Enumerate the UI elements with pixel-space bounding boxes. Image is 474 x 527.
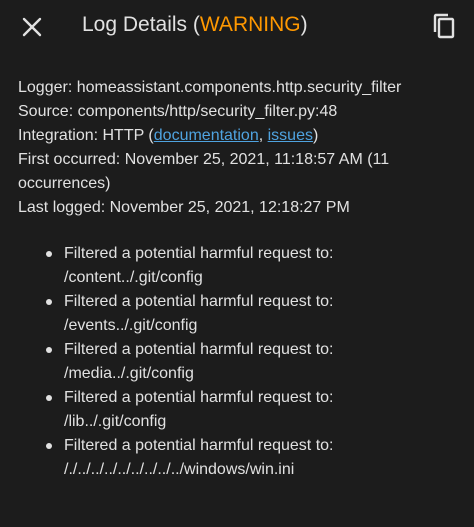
integration-label: Integration: [18, 127, 103, 144]
log-details-dialog: Log Details (WARNING) Logger: homeassist… [0, 0, 474, 527]
log-content: Logger: homeassistant.components.http.se… [18, 76, 458, 482]
message-path: /./../../../../../../../../windows/win.i… [64, 461, 295, 478]
message-text: Filtered a potential harmful request to: [64, 245, 334, 262]
log-message: Filtered a potential harmful request to:… [46, 386, 458, 434]
copy-button[interactable] [426, 8, 462, 44]
dialog-title: Log Details (WARNING) [82, 11, 308, 39]
first-occurred-label: First occurred: [18, 151, 125, 168]
logger-value: homeassistant.components.http.security_f… [76, 79, 402, 96]
message-text: Filtered a potential harmful request to: [64, 341, 334, 358]
log-message: Filtered a potential harmful request to:… [46, 242, 458, 290]
log-message: Filtered a potential harmful request to:… [46, 434, 458, 482]
integration-value: HTTP [102, 127, 144, 144]
last-logged-label: Last logged: [18, 199, 110, 216]
link-separator: , [258, 127, 268, 144]
logger-label: Logger: [18, 79, 77, 96]
integration-close: ) [312, 127, 319, 144]
issues-link[interactable]: issues [268, 127, 313, 144]
copy-icon [433, 13, 455, 39]
log-messages-list: Filtered a potential harmful request to:… [18, 242, 458, 482]
close-button[interactable] [14, 9, 50, 45]
logger-row: Logger: homeassistant.components.http.se… [18, 76, 458, 100]
documentation-link[interactable]: documentation [154, 127, 259, 144]
close-icon [22, 17, 42, 37]
bullet-icon [46, 251, 52, 257]
message-path: /media../.git/config [64, 365, 194, 382]
message-path: /content../.git/config [64, 269, 203, 286]
integration-row: Integration: HTTP (documentation, issues… [18, 124, 458, 148]
source-value: components/http/security_filter.py:48 [77, 103, 338, 120]
log-message: Filtered a potential harmful request to:… [46, 290, 458, 338]
bullet-icon [46, 443, 52, 449]
last-logged-row: Last logged: November 25, 2021, 12:18:27… [18, 196, 458, 220]
title-suffix: ) [300, 13, 308, 36]
first-occurred-row: First occurred: November 25, 2021, 11:18… [18, 148, 458, 196]
message-text: Filtered a potential harmful request to: [64, 389, 334, 406]
message-path: /lib../.git/config [64, 413, 167, 430]
bullet-icon [46, 299, 52, 305]
message-text: Filtered a potential harmful request to: [64, 293, 334, 310]
title-prefix: Log Details ( [82, 13, 200, 36]
source-row: Source: components/http/security_filter.… [18, 100, 458, 124]
message-text: Filtered a potential harmful request to: [64, 437, 334, 454]
log-level: WARNING [199, 13, 301, 36]
bullet-icon [46, 395, 52, 401]
message-path: /events../.git/config [64, 317, 198, 334]
last-logged-value: November 25, 2021, 12:18:27 PM [109, 199, 350, 216]
source-label: Source: [18, 103, 78, 120]
bullet-icon [46, 347, 52, 353]
log-message: Filtered a potential harmful request to:… [46, 338, 458, 386]
dialog-header: Log Details (WARNING) [0, 0, 474, 56]
integration-open: ( [143, 127, 154, 144]
